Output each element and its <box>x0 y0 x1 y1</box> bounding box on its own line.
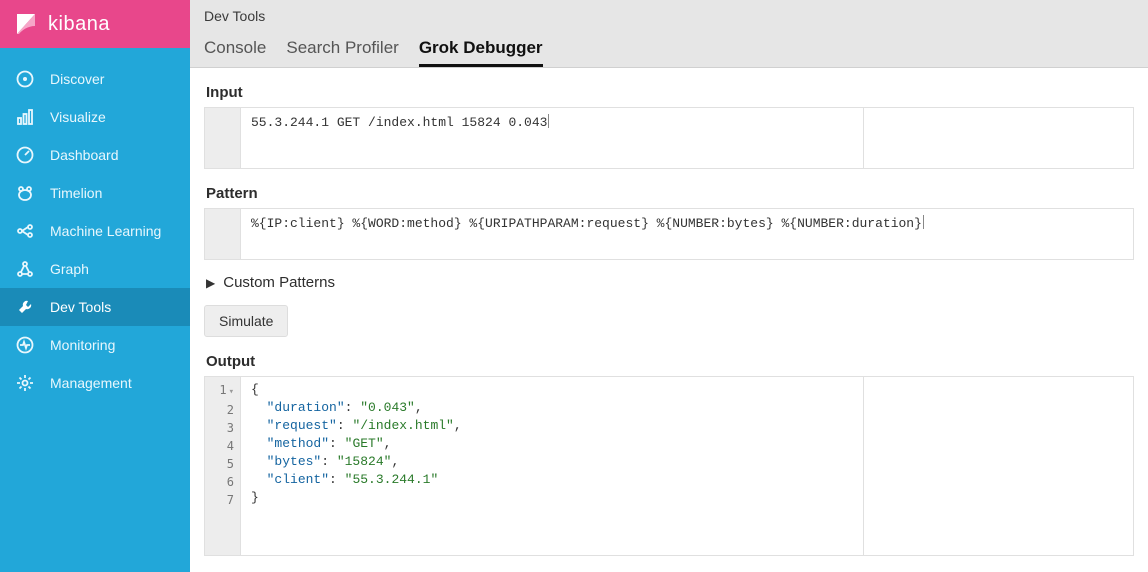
wrench-icon <box>16 298 34 316</box>
chevron-right-icon: ▶ <box>206 276 215 290</box>
nav-label: Management <box>50 375 132 391</box>
nav-label: Graph <box>50 261 89 277</box>
output-body[interactable]: { "duration": "0.043", "request": "/inde… <box>241 377 863 555</box>
logo-bar[interactable]: kibana <box>0 0 190 48</box>
nav-label: Visualize <box>50 109 106 125</box>
gauge-icon <box>16 146 34 164</box>
nav-label: Dashboard <box>50 147 119 163</box>
sidebar-item-visualize[interactable]: Visualize <box>0 98 190 136</box>
nav-label: Monitoring <box>50 337 115 353</box>
nav-label: Dev Tools <box>50 299 111 315</box>
nav-label: Discover <box>50 71 104 87</box>
input-text[interactable]: 55.3.244.1 GET /index.html 15824 0.043 <box>241 108 863 168</box>
sidebar-item-graph[interactable]: Graph <box>0 250 190 288</box>
heartbeat-icon <box>16 336 34 354</box>
nav-label: Timelion <box>50 185 102 201</box>
pattern-text[interactable]: %{IP:client} %{WORD:method} %{URIPATHPAR… <box>241 209 1133 259</box>
input-label: Input <box>206 84 1134 101</box>
kibana-logo-icon <box>14 12 38 36</box>
tab-grok-debugger[interactable]: Grok Debugger <box>419 38 543 67</box>
output-label: Output <box>206 353 1134 370</box>
nav-label: Machine Learning <box>50 223 161 239</box>
sidebar-item-monitoring[interactable]: Monitoring <box>0 326 190 364</box>
sidebar-item-timelion[interactable]: Timelion <box>0 174 190 212</box>
brand-text: kibana <box>48 13 110 36</box>
main: Dev Tools Console Search Profiler Grok Deb… <box>190 0 1148 572</box>
gear-icon <box>16 374 34 392</box>
ml-icon <box>16 222 34 240</box>
tabs: Console Search Profiler Grok Debugger <box>204 38 1134 67</box>
pattern-label: Pattern <box>206 185 1134 202</box>
bear-icon <box>16 184 34 202</box>
sidebar-item-devtools[interactable]: Dev Tools <box>0 288 190 326</box>
input-right-pane <box>863 108 1133 168</box>
pattern-editor[interactable]: %{IP:client} %{WORD:method} %{URIPATHPAR… <box>204 208 1134 260</box>
sidebar: kibana Discover Visualize Dashboard Timelio… <box>0 0 190 572</box>
graph-icon <box>16 260 34 278</box>
nav: Discover Visualize Dashboard Timelion Machin… <box>0 48 190 402</box>
simulate-button[interactable]: Simulate <box>204 305 288 337</box>
sidebar-item-dashboard[interactable]: Dashboard <box>0 136 190 174</box>
input-editor[interactable]: 55.3.244.1 GET /index.html 15824 0.043 <box>204 107 1134 169</box>
tab-console[interactable]: Console <box>204 38 266 67</box>
content: Input 55.3.244.1 GET /index.html 15824 0… <box>190 68 1148 572</box>
topbar-title: Dev Tools <box>204 8 1134 24</box>
sidebar-item-management[interactable]: Management <box>0 364 190 402</box>
sidebar-item-ml[interactable]: Machine Learning <box>0 212 190 250</box>
output-right-pane <box>863 377 1133 555</box>
custom-patterns-label: Custom Patterns <box>223 274 335 291</box>
output-editor: 1▾234567 { "duration": "0.043", "request… <box>204 376 1134 556</box>
input-gutter <box>205 108 241 168</box>
pattern-gutter <box>205 209 241 259</box>
chart-icon <box>16 108 34 126</box>
custom-patterns-toggle[interactable]: ▶ Custom Patterns <box>206 274 1134 291</box>
topbar: Dev Tools Console Search Profiler Grok Deb… <box>190 0 1148 68</box>
tab-search-profiler[interactable]: Search Profiler <box>286 38 398 67</box>
compass-icon <box>16 70 34 88</box>
output-gutter: 1▾234567 <box>205 377 241 555</box>
sidebar-item-discover[interactable]: Discover <box>0 60 190 98</box>
